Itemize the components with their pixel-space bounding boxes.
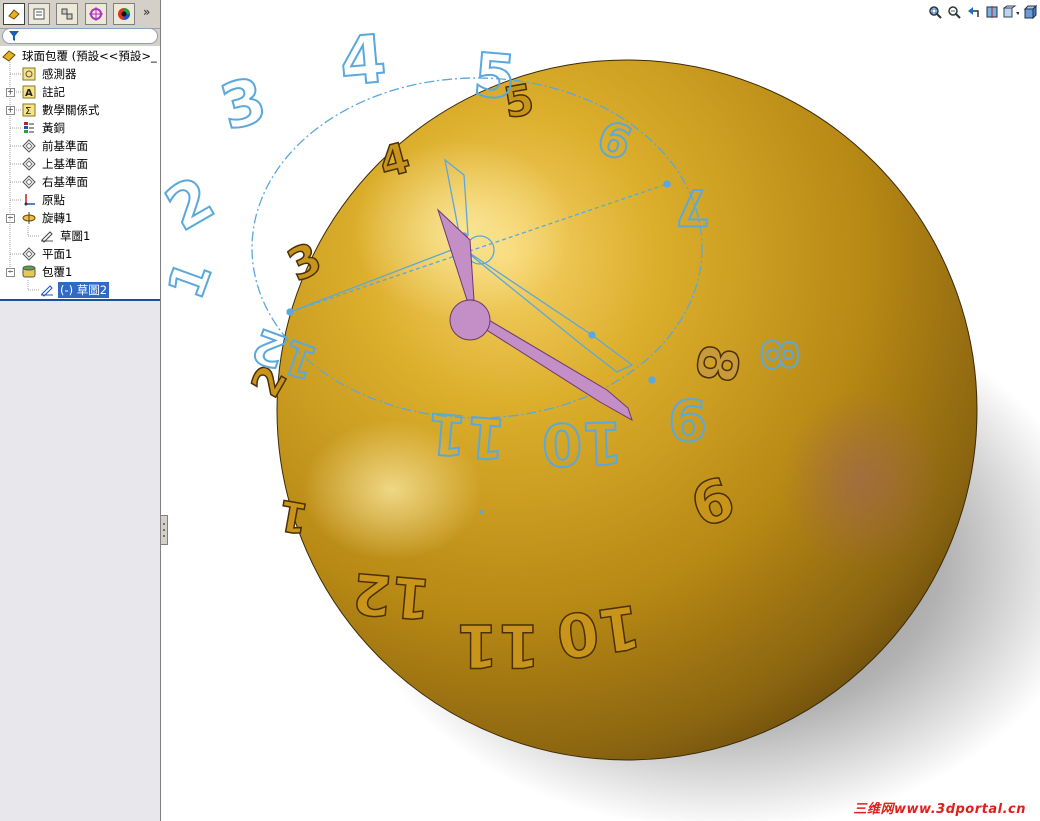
sketch-point	[648, 376, 656, 384]
feature-tree: 球面包覆 (預設<<預設>_ 感測器 + A 註記 + Σ 數學關係式 黃銅 前…	[0, 46, 160, 300]
sketch-numeral-1: 1	[162, 254, 223, 307]
sketch-numeral-11: 11	[425, 399, 508, 471]
embossed-numeral-10: 10	[552, 590, 644, 671]
embossed-numeral-11: 11	[457, 610, 541, 680]
sketch-point	[588, 331, 596, 339]
sphere-reflection	[782, 390, 942, 570]
watermark: 三维网www.3dportal.cn	[853, 802, 1026, 817]
origin-point	[480, 510, 484, 514]
filter-input[interactable]	[2, 28, 158, 44]
sketch-point	[286, 308, 294, 316]
panel-empty-area	[0, 301, 160, 821]
hands-hub	[449, 299, 491, 341]
configurationmanager-tab-icon[interactable]	[56, 3, 78, 25]
featuremanager-tab-icon[interactable]	[3, 3, 25, 25]
sketch-point	[663, 180, 671, 188]
graphics-viewport[interactable]: 5 4 3 2 1 12 11 10 9 8 4 5 3 2 1 6 7 8 9…	[162, 0, 1040, 821]
sketch-numeral-2: 2	[162, 163, 226, 244]
appearance-tab-icon[interactable]	[113, 3, 135, 25]
sketch-numeral-9: 9	[668, 386, 707, 451]
model-scene: 5 4 3 2 1 12 11 10 9 8 4 5 3 2 1 6 7 8 9…	[162, 19, 1040, 821]
sketch-numeral-3: 3	[213, 63, 274, 145]
filter-funnel-icon	[9, 31, 19, 41]
embossed-numeral-12: 12	[350, 559, 433, 631]
tree-connector-lines	[9, 58, 40, 291]
sketch-numeral-4: 4	[337, 20, 389, 101]
sketch-numeral-10: 10	[541, 408, 624, 479]
sketch-numeral-7: 7	[675, 178, 710, 236]
sketch-numeral-5: 5	[471, 40, 519, 113]
more-tabs-button[interactable]: »	[143, 5, 150, 19]
panel-tab-bar: »	[0, 0, 160, 29]
propertymanager-tab-icon[interactable]	[28, 3, 50, 25]
sketch-numeral-8: 8	[750, 338, 806, 371]
feature-manager-panel: » 球面包覆 (預設<<預設>_ 感測器 + A 註記 + Σ 數學關係式 黃銅	[0, 0, 161, 821]
dimxpert-tab-icon[interactable]	[85, 3, 107, 25]
